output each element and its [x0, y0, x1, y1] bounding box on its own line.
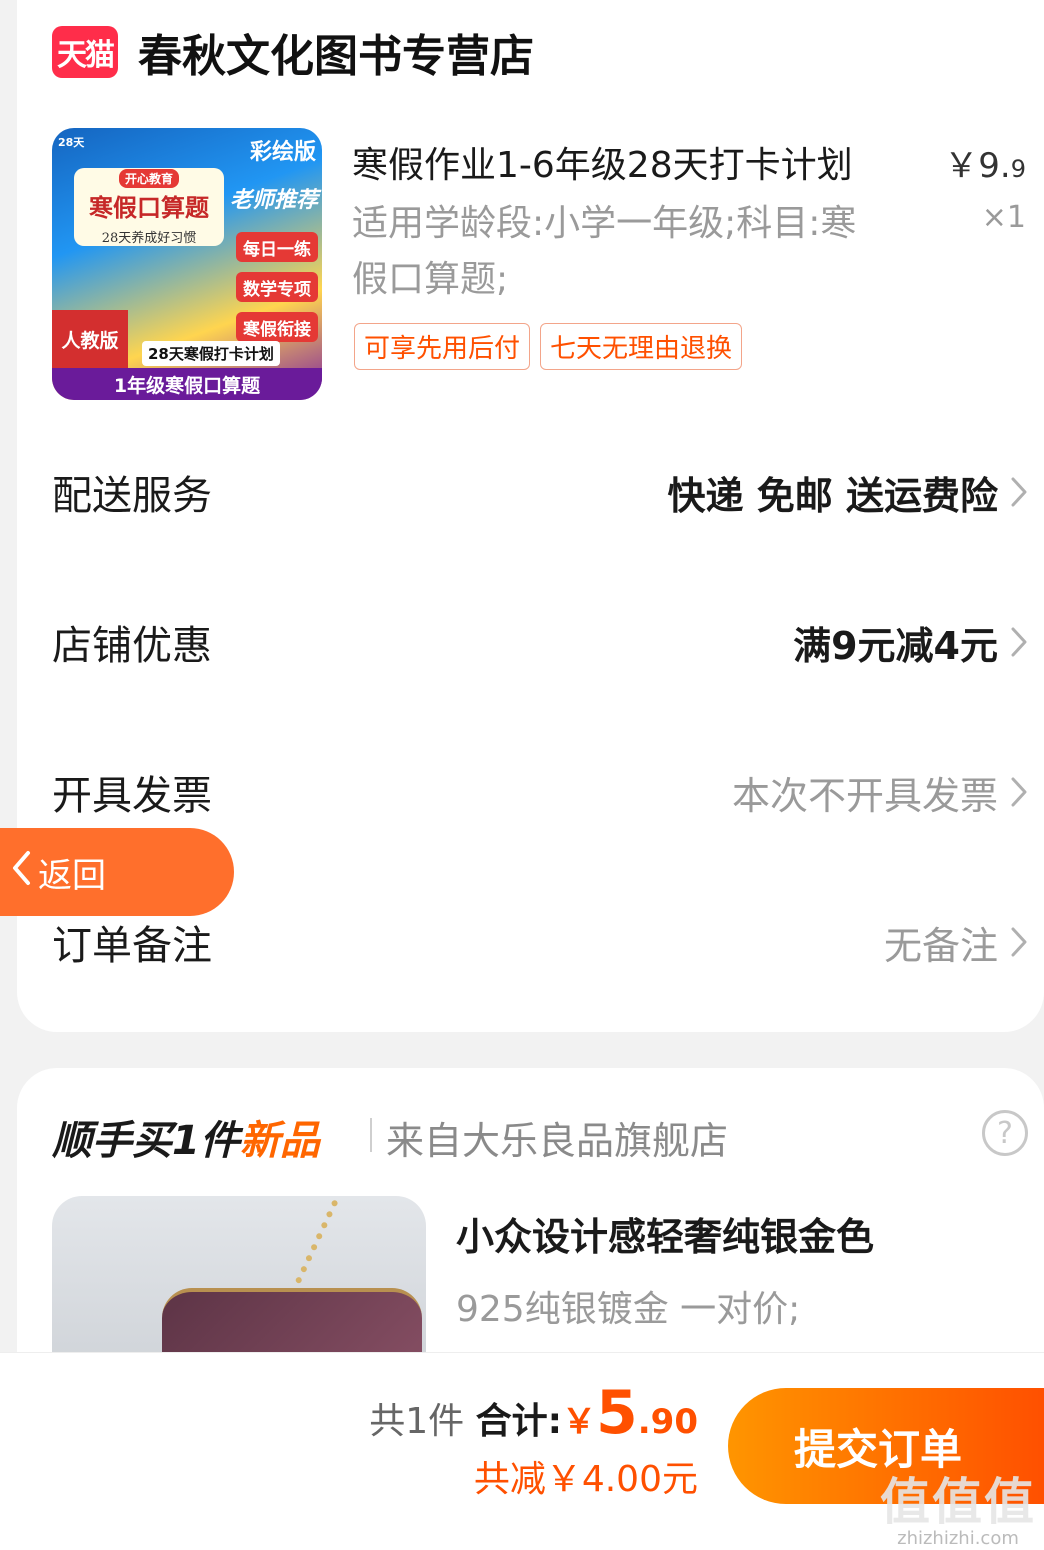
chevron-right-icon	[998, 476, 1028, 508]
back-label: 返回	[38, 855, 106, 896]
product-image-recommend: 老师推荐	[229, 188, 318, 213]
divider	[370, 1118, 372, 1152]
total-price: ￥5.90	[562, 1378, 698, 1448]
chevron-right-icon	[998, 776, 1028, 808]
delivery-value: 快递 免邮 送运费险	[667, 473, 998, 518]
chevron-left-icon	[10, 849, 32, 896]
remark-value: 无备注	[883, 923, 998, 968]
discount-value: 满9元减4元	[793, 623, 998, 668]
total-label: 合计:	[475, 1401, 563, 1442]
product-image-tag: 寒假衔接	[236, 312, 318, 342]
row-remark[interactable]: 订单备注 无备注	[52, 912, 1028, 972]
item-count: 共1件	[369, 1401, 465, 1442]
addon-title: 顺手买1件新品	[52, 1118, 320, 1164]
store-name[interactable]: 春秋文化图书专营店	[138, 20, 534, 84]
row-store-discount[interactable]: 店铺优惠 满9元减4元	[52, 612, 1028, 672]
row-delivery[interactable]: 配送服务 快递 免邮 送运费险	[52, 462, 1028, 522]
addon-product-desc: 925纯银镀金 一对价;	[456, 1289, 801, 1330]
back-button[interactable]: 返回	[0, 828, 234, 916]
watermark: 值值值 zhizhizhi.com	[880, 1473, 1036, 1549]
row-invoice[interactable]: 开具发票 本次不开具发票	[52, 762, 1028, 822]
order-summary: 共1件 合计:￥5.90 共减￥4.00元	[369, 1378, 698, 1502]
product-image-edition: 人教版	[52, 310, 128, 368]
saved-amount: 共减￥4.00元	[473, 1459, 698, 1500]
product-title[interactable]: 寒假作业1-6年级28天打卡计划	[352, 136, 853, 188]
discount-label: 店铺优惠	[52, 623, 212, 669]
chevron-right-icon	[998, 626, 1028, 658]
product-image-tag: 每日一练	[236, 232, 318, 262]
product-image-color-edition: 彩绘版	[249, 140, 316, 165]
product-image[interactable]: 28天 开心教育 寒假口算题 28天养成好习惯 彩绘版 老师推荐 每日一练 数学…	[52, 128, 322, 400]
product-image-grade-title: 1年级寒假口算题	[52, 368, 322, 400]
delivery-label: 配送服务	[52, 473, 212, 519]
store-header[interactable]: 天猫 春秋文化图书专营店	[52, 20, 534, 84]
product-image-badge: 28天	[58, 136, 85, 149]
product-image-title: 开心教育 寒假口算题 28天养成好习惯	[74, 168, 224, 246]
invoice-label: 开具发票	[52, 773, 212, 819]
tag-pay-later: 可享先用后付	[354, 323, 531, 370]
tmall-logo: 天猫	[52, 26, 118, 78]
product-spec: 适用学龄段:小学一年级;科目:寒假口算题;	[352, 203, 857, 300]
chevron-right-icon	[998, 926, 1028, 958]
remark-label: 订单备注	[52, 923, 212, 969]
service-tags: 可享先用后付 七天无理由退换	[354, 323, 743, 370]
product-image-plan: 28天寒假打卡计划	[142, 341, 280, 366]
addon-source-store[interactable]: 来自大乐良品旗舰店	[386, 1110, 728, 1165]
tag-7day-return: 七天无理由退换	[540, 323, 743, 370]
product-image-tag: 数学专项	[236, 272, 318, 302]
product-quantity: ×1	[981, 200, 1026, 235]
invoice-value: 本次不开具发票	[731, 773, 998, 818]
help-icon[interactable]: ?	[982, 1110, 1028, 1156]
addon-product-name[interactable]: 小众设计感轻奢纯银金色	[456, 1206, 874, 1261]
product-price: ￥9.9	[944, 146, 1026, 186]
